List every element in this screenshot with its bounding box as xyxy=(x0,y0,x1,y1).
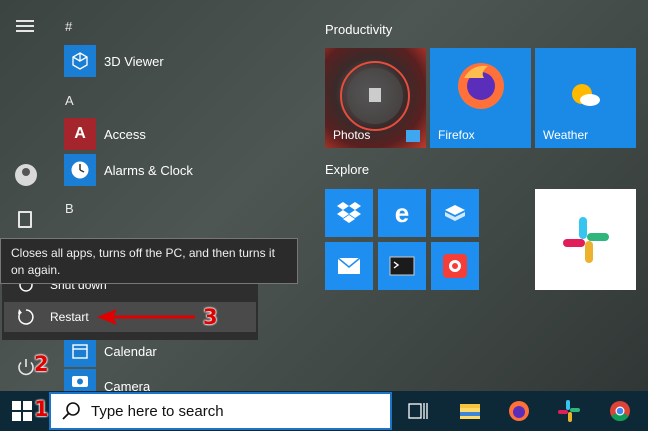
tile-sandbox[interactable] xyxy=(431,189,479,237)
access-icon: A xyxy=(64,118,96,150)
chrome-icon[interactable] xyxy=(608,399,632,423)
letter-header[interactable]: A xyxy=(65,93,74,108)
weather-icon xyxy=(572,84,600,106)
taskbar-search-box[interactable] xyxy=(49,392,392,430)
annotation-1: 1 xyxy=(34,397,49,421)
task-view-icon[interactable] xyxy=(406,399,430,423)
tile-label: Firefox xyxy=(438,128,475,142)
app-item-camera[interactable]: Camera xyxy=(64,369,150,391)
3d-viewer-icon xyxy=(64,45,96,77)
hamburger-menu-icon[interactable] xyxy=(16,20,34,34)
annotation-arrow xyxy=(97,309,195,325)
app-label: Access xyxy=(104,126,146,142)
tile-label: Weather xyxy=(543,128,589,142)
alarms-clock-icon xyxy=(64,154,96,186)
windows-start-icon[interactable] xyxy=(12,401,32,421)
sandbox-icon xyxy=(445,205,465,221)
app-label: Calendar xyxy=(104,343,157,359)
app-item-access[interactable]: A Access xyxy=(64,117,146,151)
tile-photos[interactable]: Photos xyxy=(325,48,426,148)
tile-mail[interactable] xyxy=(325,242,373,290)
photos-icon xyxy=(340,61,410,131)
tile-terminal[interactable] xyxy=(378,242,426,290)
app-label: Camera xyxy=(104,379,151,391)
annotation-2: 2 xyxy=(34,352,49,376)
slack-icon[interactable] xyxy=(557,399,581,423)
tile-dropbox[interactable] xyxy=(325,189,373,237)
terminal-icon xyxy=(389,256,415,276)
tile-label: Photos xyxy=(333,128,371,142)
annotation-3: 3 xyxy=(203,305,218,329)
firefox-icon[interactable] xyxy=(507,399,531,423)
app-label: 3D Viewer xyxy=(104,53,164,69)
edge-icon: e xyxy=(394,197,410,228)
mail-icon xyxy=(337,257,361,274)
tile-firefox[interactable]: Firefox xyxy=(430,48,531,148)
group-header-productivity[interactable]: Productivity xyxy=(325,22,392,37)
search-icon xyxy=(62,402,80,420)
documents-icon[interactable] xyxy=(18,211,32,228)
firefox-icon xyxy=(458,63,504,109)
restart-label: Restart xyxy=(50,310,89,324)
tile-pocketcasts[interactable] xyxy=(431,242,479,290)
slack-icon xyxy=(563,217,609,263)
app-label: Alarms & Clock xyxy=(104,162,193,178)
restart-tooltip: Closes all apps, turns off the PC, and t… xyxy=(0,238,298,284)
app-item-alarms-clock[interactable]: Alarms & Clock xyxy=(64,153,193,187)
file-explorer-icon[interactable] xyxy=(458,399,482,423)
taskbar: 1 xyxy=(0,391,648,431)
tiles-area: Productivity Photos Firefox Weather Expl… xyxy=(320,0,648,390)
tile-weather[interactable]: Weather xyxy=(535,48,636,148)
tile-edge[interactable]: e xyxy=(378,189,426,237)
restart-icon xyxy=(18,309,34,325)
group-header-explore[interactable]: Explore xyxy=(325,162,369,177)
pocketcasts-icon xyxy=(443,254,467,278)
user-account-icon[interactable] xyxy=(15,164,37,186)
app-item-3d-viewer[interactable]: 3D Viewer xyxy=(64,44,164,78)
search-input[interactable] xyxy=(91,402,371,420)
tile-slack[interactable] xyxy=(535,189,636,290)
letter-header[interactable]: B xyxy=(65,201,74,216)
dropbox-icon xyxy=(337,202,361,223)
camera-icon xyxy=(64,369,96,391)
letter-header[interactable]: # xyxy=(65,19,72,34)
